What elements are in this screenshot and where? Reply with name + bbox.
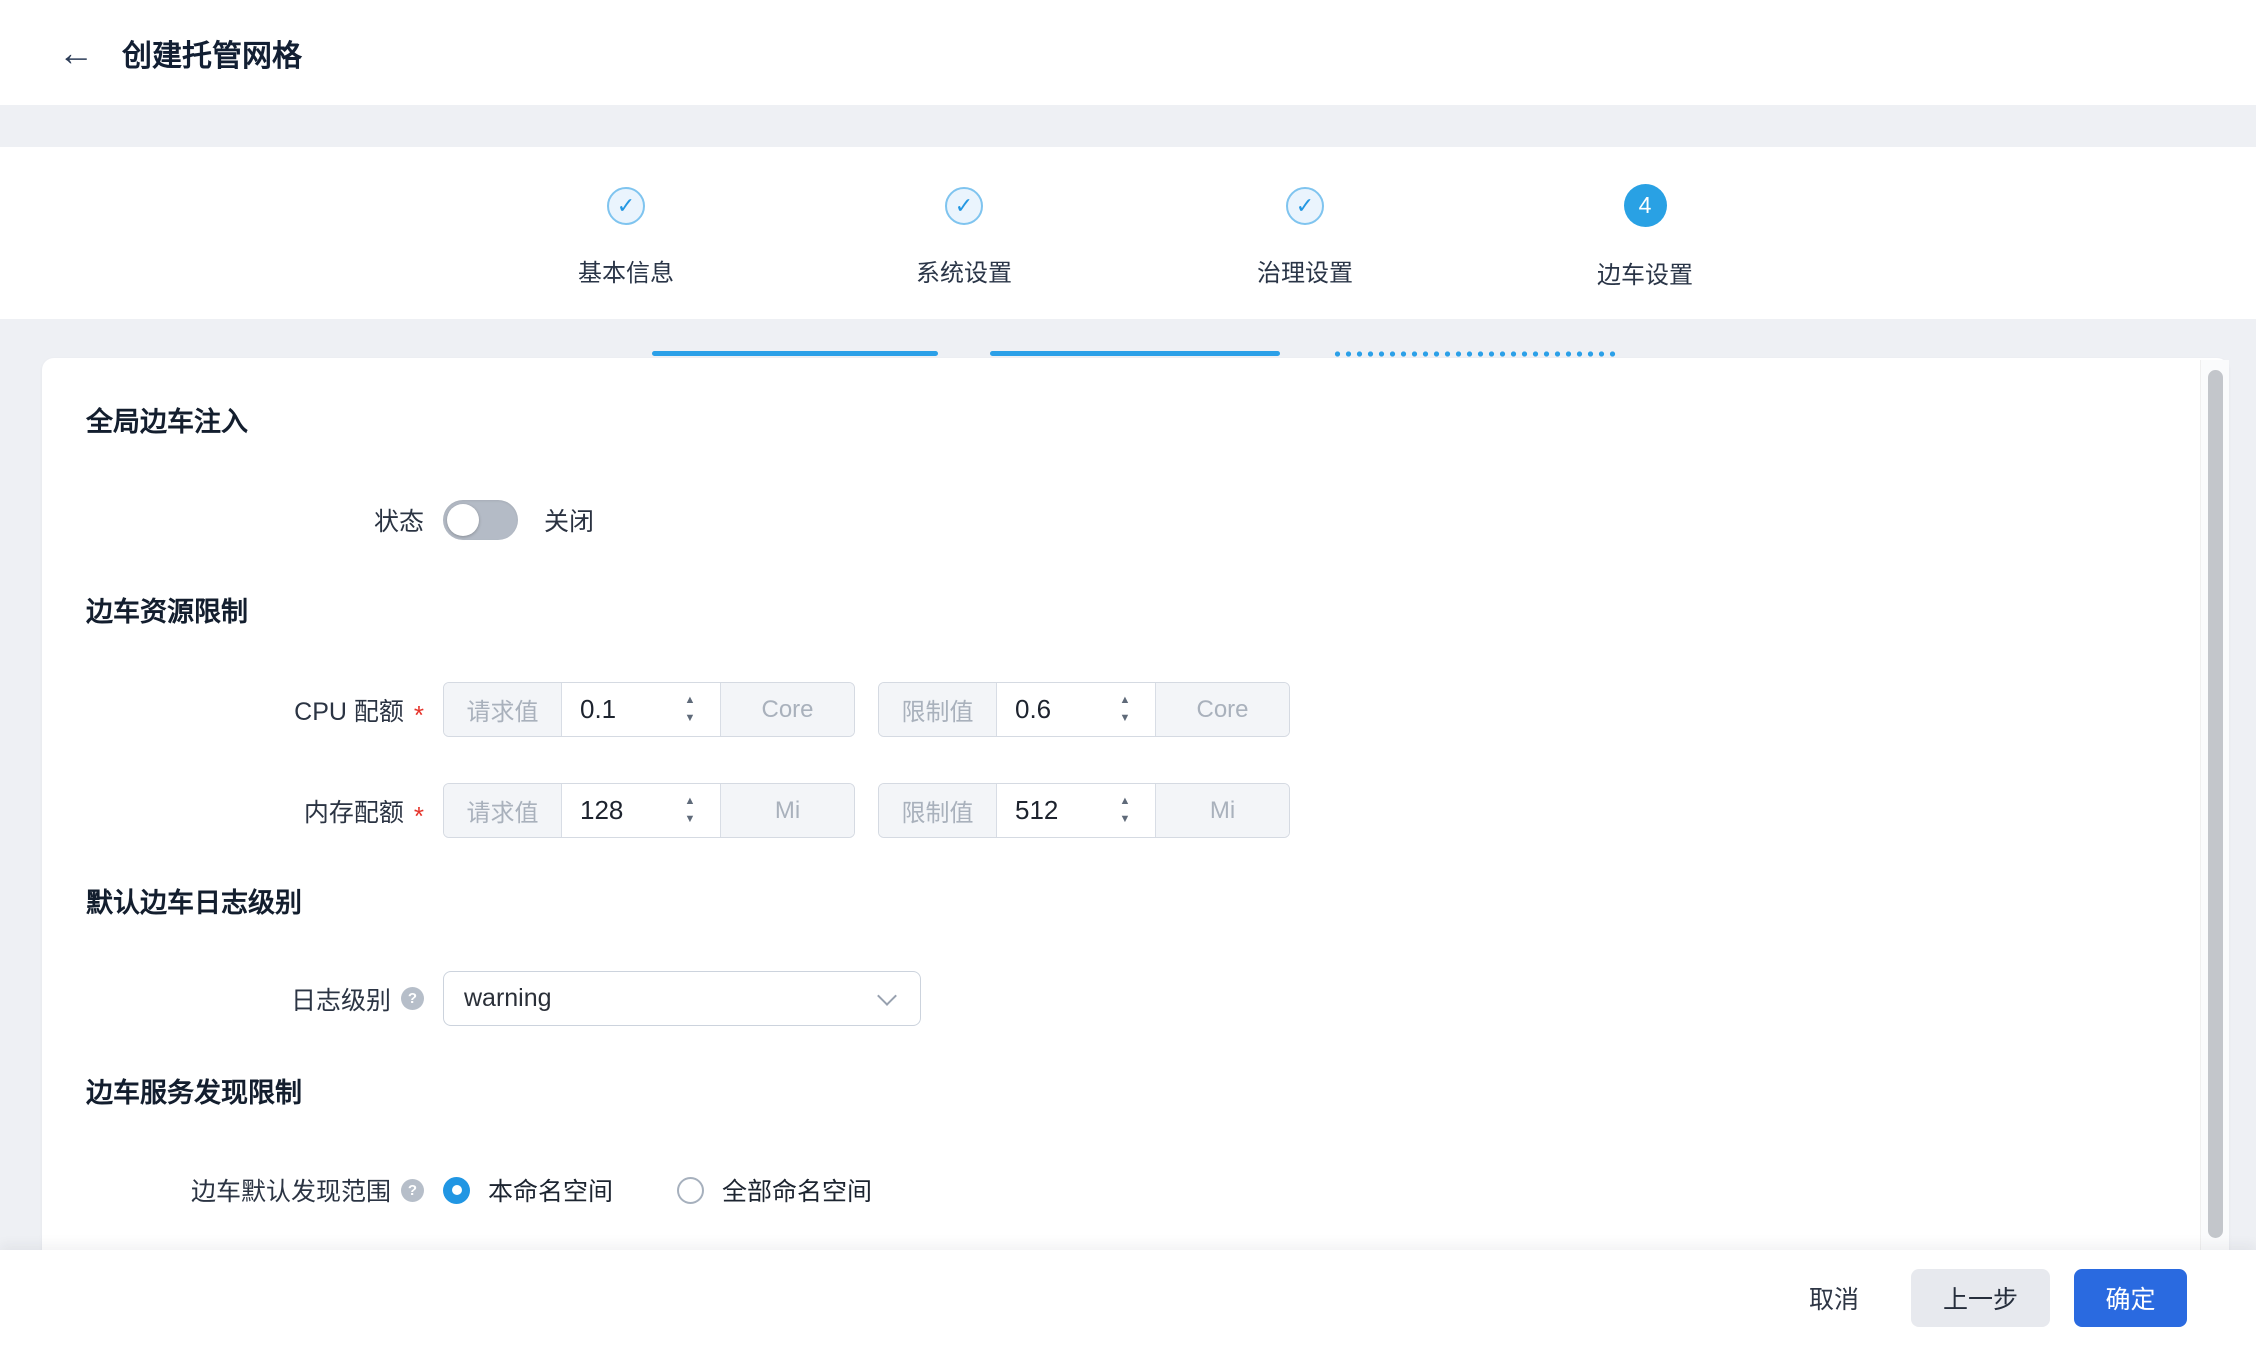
memory-request-input-group: 请求值 ▲ ▼ Mi: [443, 783, 855, 838]
discovery-scope-row: 边车默认发现范围 ? 本命名空间 全部命名空间: [42, 1163, 872, 1217]
required-asterisk: *: [414, 710, 424, 720]
radio-label: 全部命名空间: [722, 1172, 872, 1208]
memory-request-stepper[interactable]: ▲ ▼: [668, 796, 712, 825]
stepper-connector-dotted: [1332, 351, 1620, 357]
step-current-number: 4: [1624, 184, 1667, 227]
toggle-state-text: 关闭: [544, 502, 594, 538]
step-sidecar-settings[interactable]: 4 边车设置: [1555, 187, 1735, 290]
cpu-quota-row: CPU 配额 * 请求值 ▲ ▼ Core 限制值: [42, 682, 1290, 737]
spin-up-icon[interactable]: ▲: [1120, 695, 1131, 706]
section-sidecar-resource-limits: 边车资源限制: [86, 594, 248, 630]
step-system-settings[interactable]: ✓ 系统设置: [874, 187, 1054, 288]
memory-quota-label: 内存配额: [304, 793, 404, 829]
cpu-request-stepper[interactable]: ▲ ▼: [668, 695, 712, 724]
log-level-row: 日志级别 ? warning: [42, 971, 921, 1026]
memory-limit-input[interactable]: [997, 795, 1103, 826]
step-label: 基本信息: [536, 253, 716, 288]
stepper-connector: [652, 351, 938, 356]
spin-down-icon[interactable]: ▼: [685, 814, 696, 825]
log-level-select[interactable]: warning: [443, 971, 921, 1026]
help-icon[interactable]: ?: [401, 1179, 424, 1202]
section-global-sidecar-injection: 全局边车注入: [86, 404, 248, 440]
spin-down-icon[interactable]: ▼: [1120, 713, 1131, 724]
step-label: 系统设置: [874, 253, 1054, 288]
discovery-scope-options: 本命名空间 全部命名空间: [443, 1172, 872, 1208]
cpu-request-input-group: 请求值 ▲ ▼ Core: [443, 682, 855, 737]
radio-option-all-namespaces[interactable]: 全部命名空间: [677, 1172, 872, 1208]
memory-request-input[interactable]: [562, 795, 668, 826]
limit-prefix-label: 限制值: [879, 784, 997, 837]
scrollbar-thumb[interactable]: [2208, 370, 2223, 1238]
request-prefix-label: 请求值: [444, 683, 562, 736]
required-asterisk: *: [414, 811, 424, 821]
radio-selected-icon[interactable]: [443, 1177, 470, 1204]
cpu-unit-label: Core: [1155, 683, 1289, 736]
cpu-quota-label: CPU 配额: [294, 692, 404, 728]
step-done-check-icon: ✓: [1286, 187, 1324, 225]
step-done-check-icon: ✓: [607, 187, 645, 225]
memory-unit-label: Mi: [1155, 784, 1289, 837]
spin-down-icon[interactable]: ▼: [1120, 814, 1131, 825]
cpu-limit-stepper[interactable]: ▲ ▼: [1103, 695, 1147, 724]
step-done-check-icon: ✓: [945, 187, 983, 225]
page-title: 创建托管网格: [122, 31, 302, 75]
step-basic-info[interactable]: ✓ 基本信息: [536, 187, 716, 288]
memory-quota-row: 内存配额 * 请求值 ▲ ▼ Mi 限制值: [42, 783, 1290, 838]
status-label: 状态: [374, 502, 424, 538]
wizard-stepper: ✓ 基本信息 ✓ 系统设置 ✓ 治理设置 4 边车设置: [0, 147, 2256, 319]
page-header: ← 创建托管网格: [0, 0, 2256, 105]
chevron-down-icon: [877, 986, 897, 1006]
section-default-sidecar-log-level: 默认边车日志级别: [86, 885, 302, 921]
cpu-unit-label: Core: [720, 683, 854, 736]
back-arrow-icon[interactable]: ←: [58, 35, 94, 71]
step-governance-settings[interactable]: ✓ 治理设置: [1215, 187, 1395, 288]
status-row: 状态 关闭: [42, 492, 594, 548]
memory-unit-label: Mi: [720, 784, 854, 837]
cpu-limit-input-group: 限制值 ▲ ▼ Core: [878, 682, 1290, 737]
step-label: 治理设置: [1215, 253, 1395, 288]
sidecar-settings-panel: 全局边车注入 状态 关闭 边车资源限制 CPU 配额 * 请求值 ▲: [42, 358, 2229, 1346]
toggle-knob: [447, 504, 479, 536]
step-label: 边车设置: [1555, 255, 1735, 290]
stepper-connector: [990, 351, 1280, 356]
memory-limit-stepper[interactable]: ▲ ▼: [1103, 796, 1147, 825]
cpu-limit-input[interactable]: [997, 694, 1103, 725]
log-level-label: 日志级别: [291, 981, 391, 1017]
section-sidecar-service-discovery-limits: 边车服务发现限制: [86, 1075, 302, 1111]
help-icon[interactable]: ?: [401, 987, 424, 1010]
spin-down-icon[interactable]: ▼: [685, 713, 696, 724]
previous-step-button[interactable]: 上一步: [1911, 1269, 2050, 1327]
memory-limit-input-group: 限制值 ▲ ▼ Mi: [878, 783, 1290, 838]
radio-option-this-namespace[interactable]: 本命名空间: [443, 1172, 613, 1208]
confirm-button[interactable]: 确定: [2074, 1269, 2187, 1327]
log-level-selected-value: warning: [464, 984, 880, 1013]
spin-up-icon[interactable]: ▲: [1120, 796, 1131, 807]
request-prefix-label: 请求值: [444, 784, 562, 837]
radio-unselected-icon[interactable]: [677, 1177, 704, 1204]
radio-label: 本命名空间: [488, 1172, 613, 1208]
scrollbar-track[interactable]: [2200, 360, 2229, 1250]
cpu-request-input[interactable]: [562, 694, 668, 725]
injection-status-toggle[interactable]: [443, 500, 518, 540]
limit-prefix-label: 限制值: [879, 683, 997, 736]
spin-up-icon[interactable]: ▲: [685, 695, 696, 706]
discovery-scope-label: 边车默认发现范围: [191, 1172, 391, 1208]
cancel-button[interactable]: 取消: [1809, 1280, 1859, 1316]
wizard-footer: 取消 上一步 确定: [0, 1250, 2256, 1346]
spin-up-icon[interactable]: ▲: [685, 796, 696, 807]
